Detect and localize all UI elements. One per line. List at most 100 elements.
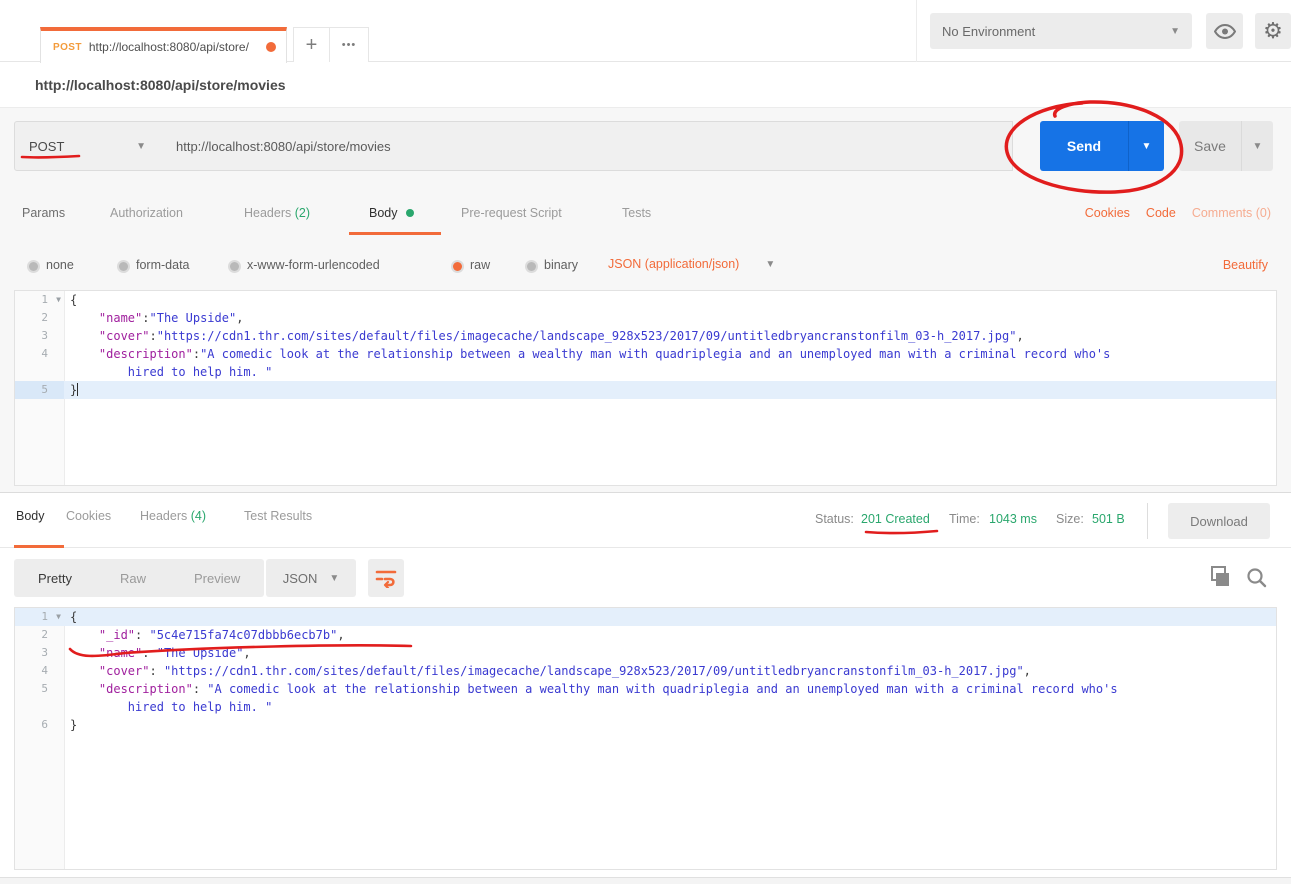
code-line[interactable]: 3 "cover":"https://cdn1.thr.com/sites/de… [15,327,1276,345]
chevron-down-icon: ▼ [1170,26,1180,37]
code-line[interactable]: hired to help him. " [15,363,1276,381]
response-format-value: JSON [283,571,318,586]
header-divider [916,0,917,62]
line-number: 6 [15,716,64,734]
response-tab-cookies[interactable]: Cookies [66,509,111,523]
copy-icon[interactable] [1208,566,1230,588]
comments-link[interactable]: Comments (0) [1192,206,1271,220]
save-options-button[interactable]: ▼ [1241,121,1273,171]
response-tool-icons [1208,566,1267,588]
tab-options-button[interactable]: ••• [329,27,369,62]
download-button[interactable]: Download [1168,503,1270,539]
radio-form-data[interactable] [117,260,130,273]
chevron-down-icon: ▼ [765,259,775,270]
response-body-editor[interactable]: 1▼{2 "_id": "5c4e715fa74c07dbbb6ecb7b",3… [14,607,1277,870]
divider [1147,503,1148,539]
size-label: Size: [1056,512,1084,526]
radio-raw[interactable] [451,260,464,273]
code-line[interactable]: 2 "_id": "5c4e715fa74c07dbbb6ecb7b", [15,626,1276,644]
chevron-down-icon: ▼ [136,141,146,152]
response-headers-count: (4) [191,509,206,523]
view-pretty[interactable]: Pretty [14,571,96,586]
fold-arrow-icon[interactable]: ▼ [56,291,61,309]
radio-binary-label: binary [544,258,578,272]
radio-x-www-form-urlencoded[interactable] [228,260,241,273]
response-tab-test-results[interactable]: Test Results [244,509,312,523]
radio-binary[interactable] [525,260,538,273]
code-text: hired to help him. " [64,363,272,381]
code-line[interactable]: 6} [15,716,1276,734]
beautify-link[interactable]: Beautify [1223,258,1268,272]
time-label: Time: [949,512,980,526]
tab-headers[interactable]: Headers (2) [244,206,310,220]
code-line[interactable]: 4 "description":"A comedic look at the r… [15,345,1276,363]
response-tab-headers[interactable]: Headers (4) [140,509,206,523]
code-text: } [64,381,78,399]
body-has-content-icon [406,209,414,217]
radio-raw-label: raw [470,258,490,272]
tab-authorization[interactable]: Authorization [110,206,183,220]
send-options-button[interactable]: ▼ [1128,121,1164,171]
radio-none[interactable] [27,260,40,273]
request-tab[interactable]: POST http://localhost:8080/api/store/ [40,27,287,63]
app-header: POST http://localhost:8080/api/store/ + … [0,0,1291,62]
eye-icon [1214,24,1236,39]
response-toolbar: Pretty Raw Preview JSON ▼ [0,548,1291,600]
request-builder: POST ▼ http://localhost:8080/api/store/m… [0,108,1291,492]
tab-pre-request-script[interactable]: Pre-request Script [461,206,562,220]
response-view-group: Pretty Raw Preview [14,559,264,597]
content-type-select[interactable]: JSON (application/json) ▼ [608,257,775,271]
code-text: { [64,608,77,626]
tab-tests[interactable]: Tests [622,206,651,220]
tab-params[interactable]: Params [22,206,65,220]
code-text: hired to help him. " [64,698,272,716]
status-value: 201 Created [861,512,930,526]
request-title-bar: http://localhost:8080/api/store/movies [0,63,1291,108]
line-number: 1▼ [15,291,64,309]
bottom-status-strip [0,877,1291,884]
line-number: 4 [15,345,64,363]
code-line[interactable]: 3 "name": "The Upside", [15,644,1276,662]
line-number: 5 [15,381,64,399]
url-input[interactable]: http://localhost:8080/api/store/movies [160,121,1013,171]
view-preview[interactable]: Preview [170,571,264,586]
radio-form-data-label: form-data [136,258,190,272]
active-tab-underline [349,232,441,235]
line-number [15,698,64,716]
wrap-lines-button[interactable] [368,559,404,597]
response-tab-body[interactable]: Body [16,509,45,523]
line-number: 5 [15,680,64,698]
request-body-editor[interactable]: 1▼{2 "name":"The Upside",3 "cover":"http… [14,290,1277,486]
response-format-select[interactable]: JSON ▼ [266,559,356,597]
code-line[interactable]: 1▼{ [15,608,1276,626]
send-button[interactable]: Send [1040,121,1128,171]
code-line[interactable]: 5 "description": "A comedic look at the … [15,680,1276,698]
method-select[interactable]: POST ▼ [14,121,161,171]
search-icon[interactable] [1246,567,1267,588]
response-section: Body Cookies Headers (4) Test Results St… [0,492,1291,884]
tab-body[interactable]: Body [369,206,414,220]
line-number: 2 [15,626,64,644]
code-text: "name":"The Upside", [64,309,243,327]
code-line[interactable]: 4 "cover": "https://cdn1.thr.com/sites/d… [15,662,1276,680]
view-raw[interactable]: Raw [96,571,170,586]
tab-method-badge: POST [53,42,82,53]
code-line[interactable]: 5} [15,381,1276,399]
code-link[interactable]: Code [1146,206,1176,220]
code-line[interactable]: 1▼{ [15,291,1276,309]
response-header: Body Cookies Headers (4) Test Results St… [0,493,1291,548]
environment-quick-look-button[interactable] [1206,13,1243,49]
url-value: http://localhost:8080/api/store/movies [176,139,391,154]
save-button[interactable]: Save [1179,121,1241,171]
code-text: "description": "A comedic look at the re… [64,680,1118,698]
text-cursor [77,383,78,396]
code-text: { [64,291,77,309]
code-line[interactable]: 2 "name":"The Upside", [15,309,1276,327]
new-tab-button[interactable]: + [293,27,330,62]
cookies-link[interactable]: Cookies [1085,206,1130,220]
code-line[interactable]: hired to help him. " [15,698,1276,716]
settings-button[interactable]: ⚙ [1255,13,1291,49]
fold-arrow-icon[interactable]: ▼ [56,608,61,626]
environment-select[interactable]: No Environment ▼ [930,13,1192,49]
chevron-down-icon: ▼ [329,573,339,584]
